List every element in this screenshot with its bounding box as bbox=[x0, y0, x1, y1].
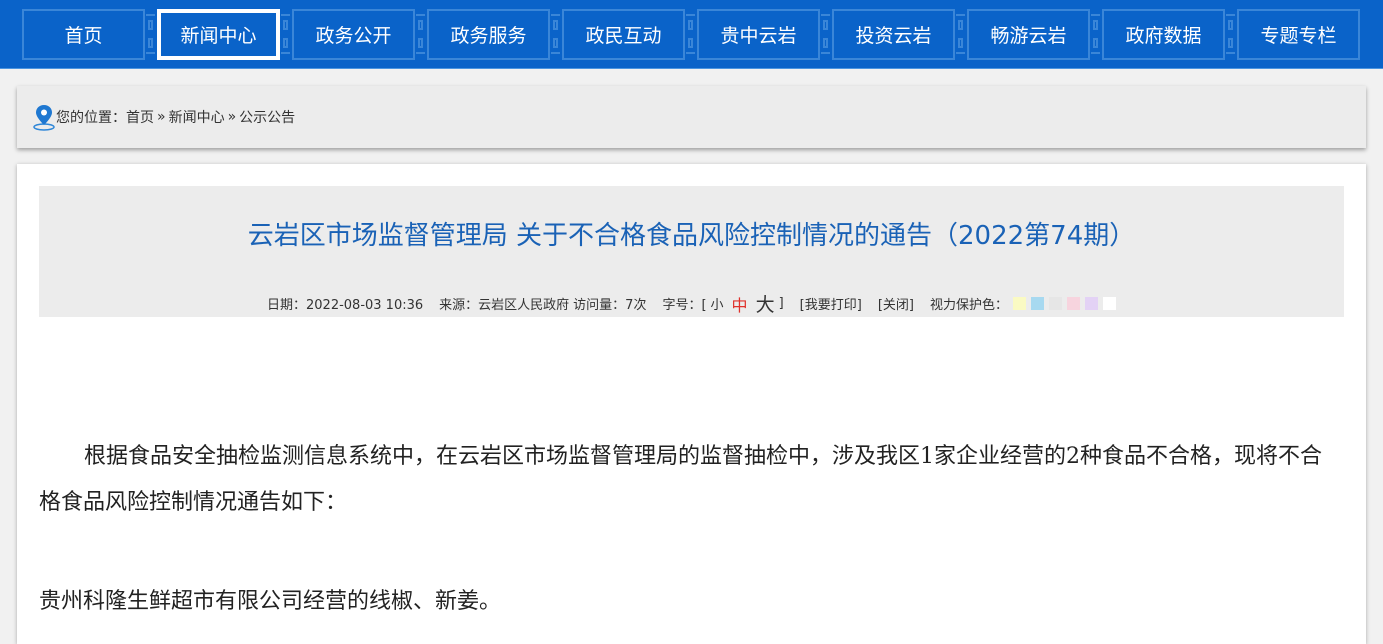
nav-item-label: 投资云岩 bbox=[855, 25, 932, 47]
fret-ornament bbox=[281, 14, 290, 54]
article-title: 云岩区市场监督管理局 关于不合格食品风险控制情况的通告（2022第74期） bbox=[247, 221, 1136, 251]
fret-ornament bbox=[416, 14, 425, 54]
visit-count: 访问量：7次 bbox=[573, 298, 647, 313]
breadcrumb-link-news[interactable]: 新闻中心 bbox=[169, 107, 225, 127]
nav-item-label: 新闻中心 bbox=[180, 25, 257, 47]
nav-item-label: 专题专栏 bbox=[1260, 25, 1337, 47]
nav-item-gov-data[interactable]: 政府数据 bbox=[1102, 9, 1225, 60]
eye-care-swatch-blue[interactable] bbox=[1030, 297, 1044, 310]
breadcrumb-link-home[interactable]: 首页 bbox=[126, 107, 154, 127]
eye-care-label: 视力保护色： bbox=[929, 298, 1008, 313]
font-size-close-bracket: ] bbox=[778, 296, 784, 311]
nav-item-gov-service[interactable]: 政务服务 bbox=[427, 9, 550, 60]
location-pin-icon bbox=[33, 105, 55, 131]
nav-item-label: 贵中云岩 bbox=[720, 25, 797, 47]
article-source: 来源：云岩区人民政府 bbox=[439, 298, 570, 313]
fret-ornament bbox=[1226, 14, 1235, 54]
nav-item-label: 政务服务 bbox=[450, 25, 527, 47]
print-button[interactable]: [我要打印] bbox=[800, 294, 862, 313]
nav-item-label: 政府数据 bbox=[1125, 25, 1202, 47]
fret-ornament bbox=[551, 14, 560, 54]
eye-care-swatch-purple[interactable] bbox=[1084, 297, 1098, 310]
article-panel: 云岩区市场监督管理局 关于不合格食品风险控制情况的通告（2022第74期） 日期… bbox=[17, 164, 1366, 644]
nav-item-topics[interactable]: 专题专栏 bbox=[1237, 9, 1360, 60]
close-button[interactable]: [关闭] bbox=[878, 294, 914, 313]
nav-item-invest[interactable]: 投资云岩 bbox=[832, 9, 955, 60]
font-size-small-button[interactable]: 小 bbox=[711, 294, 724, 313]
article-paragraph: 贵州科隆生鲜超市有限公司经营的线椒、新姜。 bbox=[39, 589, 502, 614]
top-nav: 首页 新闻中心 政务公开 政务服务 政民互动 贵中云岩 投资云岩 畅游云岩 政府… bbox=[0, 0, 1383, 69]
article-meta: 日期：2022-08-03 10:36 来源：云岩区人民政府 访问量：7次 字号… bbox=[39, 290, 1344, 317]
article-header: 云岩区市场监督管理局 关于不合格食品风险控制情况的通告（2022第74期） 日期… bbox=[39, 186, 1344, 317]
nav-item-label: 首页 bbox=[64, 25, 103, 47]
nav-item-tour[interactable]: 畅游云岩 bbox=[967, 9, 1090, 60]
nav-item-gov-open[interactable]: 政务公开 bbox=[292, 9, 415, 60]
fret-ornament bbox=[956, 14, 965, 54]
nav-item-label: 政务公开 bbox=[315, 25, 392, 47]
publish-date: 日期：2022-08-03 10:36 bbox=[267, 298, 424, 313]
breadcrumb-separator: » bbox=[157, 109, 166, 125]
fret-ornament bbox=[1091, 14, 1100, 54]
fret-ornament bbox=[146, 14, 155, 54]
eye-care-swatch-yellow[interactable] bbox=[1012, 297, 1026, 310]
breadcrumb-separator: » bbox=[227, 109, 237, 125]
breadcrumb-label: 您的位置： bbox=[56, 110, 126, 126]
article-paragraph: 根据食品安全抽检监测信息系统中，在云岩区市场监督管理局的监督抽检中，涉及我区1家… bbox=[39, 444, 1322, 515]
font-size-label: 字号：[ bbox=[662, 298, 707, 313]
nav-item-home[interactable]: 首页 bbox=[22, 9, 145, 60]
nav-item-interaction[interactable]: 政民互动 bbox=[562, 9, 685, 60]
fret-ornament bbox=[686, 14, 695, 54]
nav-item-guizhong[interactable]: 贵中云岩 bbox=[697, 9, 820, 60]
eye-care-swatch-pink[interactable] bbox=[1066, 297, 1080, 310]
font-size-medium-button[interactable]: 中 bbox=[732, 292, 748, 316]
nav-item-label: 政民互动 bbox=[585, 25, 662, 47]
breadcrumb: 您的位置： 首页 » 新闻中心 » 公示公告 bbox=[17, 86, 1366, 148]
nav-item-news[interactable]: 新闻中心 bbox=[157, 9, 280, 60]
nav-bottom-line bbox=[0, 68, 1383, 69]
eye-care-swatch-gray[interactable] bbox=[1048, 297, 1062, 310]
fret-ornament bbox=[821, 14, 830, 54]
font-size-large-button[interactable]: 大 bbox=[756, 290, 775, 317]
eye-care-swatch-white[interactable] bbox=[1102, 297, 1116, 310]
breadcrumb-link-notices[interactable]: 公示公告 bbox=[239, 107, 295, 127]
nav-item-label: 畅游云岩 bbox=[990, 25, 1067, 47]
